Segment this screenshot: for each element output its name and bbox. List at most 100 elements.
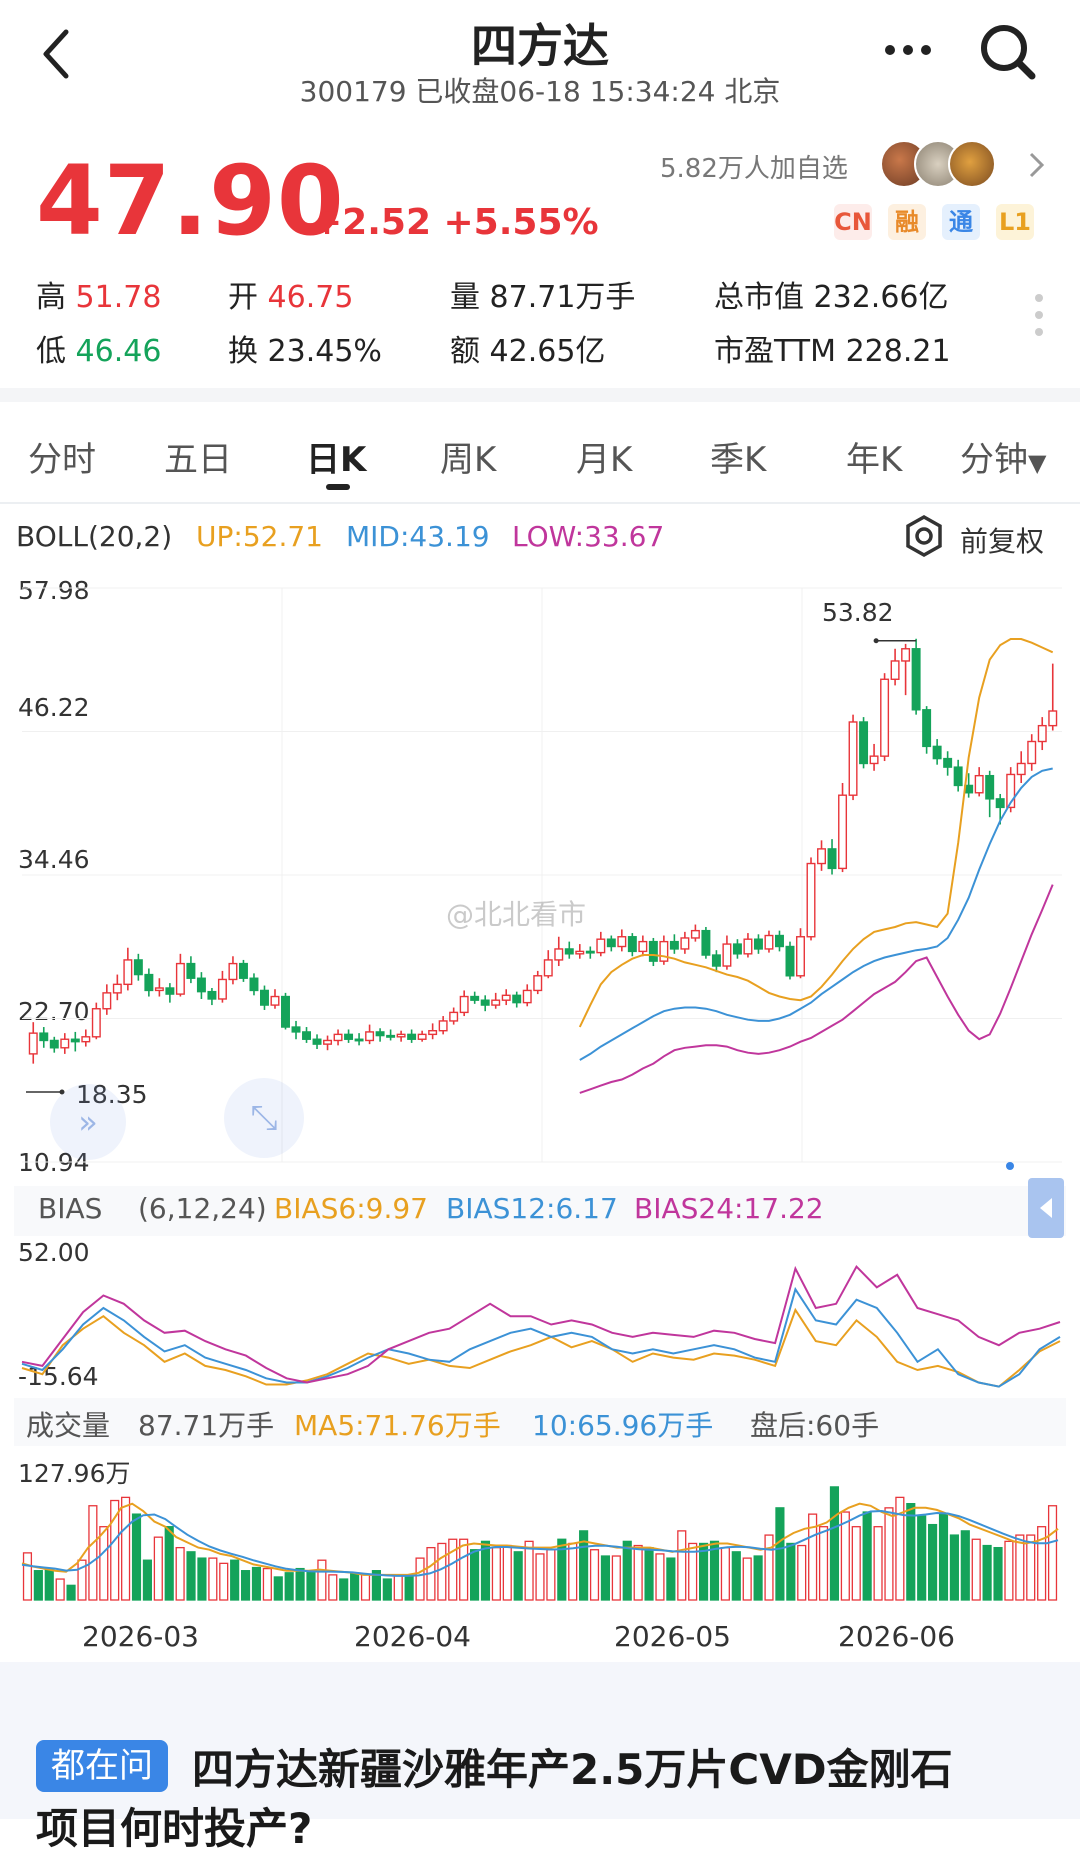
volume-bar [360,1574,371,1601]
followers-count[interactable]: 5.82万人加自选 [660,148,848,185]
candle-body [932,745,942,760]
candle-body [491,999,501,1006]
tab-minute[interactable]: 分钟▼ [960,432,1046,481]
volume-bar [611,1555,621,1601]
volume-bar [186,1551,196,1601]
high-marker-label: 53.82 [822,598,894,627]
candle-body [323,1039,333,1045]
more-icon[interactable] [884,44,932,56]
volume-bar [197,1557,207,1601]
candle-body [911,648,921,711]
collapse-left-icon[interactable] [1028,1178,1064,1238]
candlestick-chart[interactable] [0,560,1080,1170]
adjust-mode[interactable]: 前复权 [960,520,1044,560]
question-title[interactable]: 四方达新疆沙雅年产2.5万片CVD金刚石 [192,1736,953,1797]
candle-body [596,938,606,954]
volume-bar [350,1572,360,1601]
tab-yearly-k[interactable]: 年K [846,432,902,481]
candle-body [1027,740,1037,765]
candle-body [901,648,911,662]
candle-body [512,994,522,1004]
volume-bar [88,1505,98,1601]
period-tabs: 分时 五日 日K 周K 月K 季K 年K 分钟▼ [0,410,1080,502]
volume-bar [382,1578,392,1601]
candle-body [354,1038,364,1042]
volume-bar [273,1576,283,1601]
volume-chart[interactable] [0,1440,1080,1601]
volume-bar [317,1559,327,1601]
candle-body [291,1026,301,1033]
volume-bar [786,1542,796,1601]
tab-monthly-k[interactable]: 月K [576,432,632,481]
candle-body [985,774,995,800]
high-marker-dot [873,638,879,644]
volume-bar [742,1557,752,1601]
page-title: 四方达 [471,19,609,73]
candle-body [848,721,858,796]
after-hours-volume: 盘后:60手 [750,1409,880,1442]
tab-daily-k[interactable]: 日K [306,432,366,481]
ask-badge: 都在问 [36,1740,168,1792]
volume-bar [44,1567,54,1601]
bias24: BIAS24:17.22 [634,1192,824,1225]
bias-name[interactable]: BIAS [38,1192,102,1225]
volume-bar [66,1584,76,1601]
candle-body [880,678,890,757]
boll-upper-line [578,638,1054,1028]
tab-five-day[interactable]: 五日 [164,432,232,481]
boll-mid-line [579,767,1053,1061]
volume-bar [938,1513,949,1601]
volume-bar [404,1576,414,1601]
volume-bar [851,1526,861,1601]
date-label: 2026-05 [614,1620,731,1653]
volume-bar [328,1574,338,1601]
candle-body [49,1039,59,1049]
search-icon[interactable] [978,22,1038,82]
candle-body [817,848,827,865]
candle-body [859,721,869,765]
candle-body [543,959,553,977]
candle-body [764,934,774,950]
fast-forward-icon[interactable]: » [50,1084,126,1160]
volume-bar [928,1523,938,1601]
stat-pe: 市盈TTM 228.21 [714,334,951,369]
tab-weekly-k[interactable]: 周K [440,432,496,481]
badge-margin: 融 [888,204,926,240]
chevron-right-icon[interactable] [1026,150,1046,180]
question-title-line2[interactable]: 项目何时投产? [36,1795,312,1856]
volume-bar [677,1530,687,1601]
candle-body [259,989,269,1006]
volume-bar [568,1542,578,1601]
candle-body [838,794,848,870]
settings-icon[interactable] [902,514,946,558]
volume-bar [873,1526,883,1601]
candle-body [564,948,574,955]
candle-body [249,977,259,992]
candle-body [365,1031,375,1042]
tab-quarterly-k[interactable]: 季K [710,432,766,481]
badge-cn: CN [834,204,872,240]
candle-body [102,992,112,1010]
volume-name[interactable]: 成交量 [26,1404,110,1444]
tab-intraday[interactable]: 分时 [28,432,96,481]
candle-body [722,943,732,967]
volume-bar [55,1578,65,1601]
expand-icon[interactable]: ⤡ [224,1078,304,1158]
candle-body [238,962,248,979]
boll-name[interactable]: BOLL(20,2) [16,520,172,553]
tabs-divider [0,502,1080,504]
volume-bar [622,1540,632,1601]
volume-bar [797,1544,807,1601]
stat-market-cap: 总市值 232.66亿 [714,280,949,315]
candle-body [1048,710,1058,727]
stat-amount: 额 42.65亿 [450,334,606,369]
candle-body [312,1038,322,1045]
bias-chart[interactable] [0,1240,1080,1400]
bias6: BIAS6:9.97 [274,1192,428,1225]
vertical-more-icon[interactable] [1032,290,1046,340]
volume-bar [121,1496,131,1601]
candle-body [869,755,879,765]
candle-body [806,862,816,938]
bias12-line [21,1286,1061,1388]
volume-bar [633,1544,643,1601]
